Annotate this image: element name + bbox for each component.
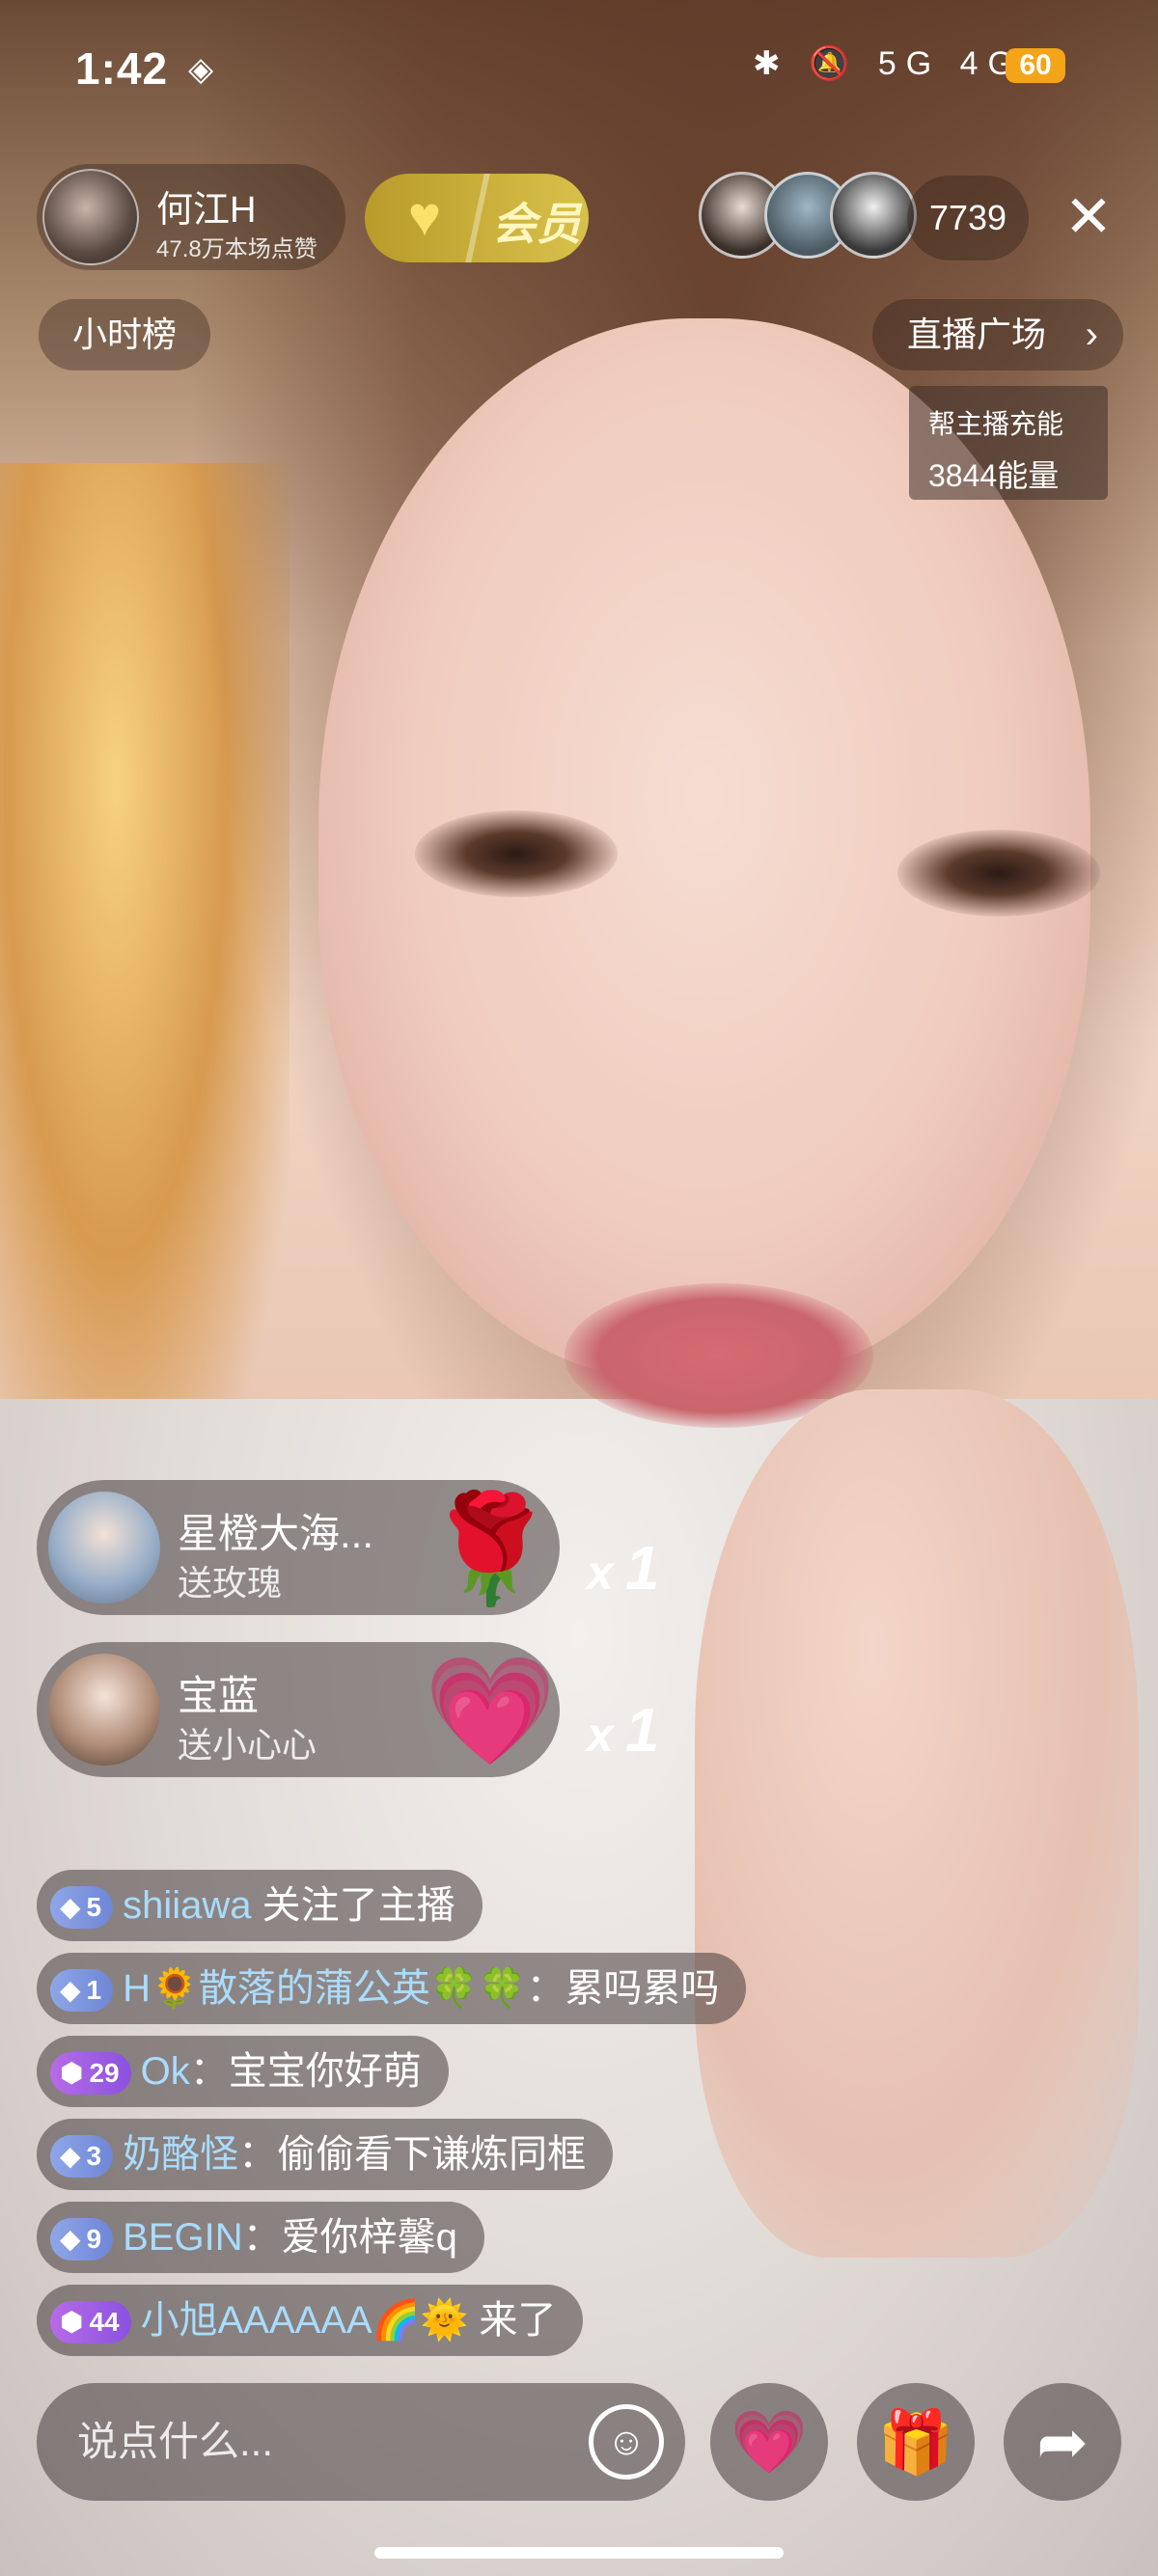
level-badge: ◆ 3 [50,2135,114,2179]
chat-message[interactable]: ◆ 1 H🌻散落的蒲公英🍀🍀：累吗累吗 [37,1953,747,2024]
share-button[interactable]: ➦ [1004,2383,1121,2501]
status-time: 1:42 [75,43,169,94]
rose-icon: 🌹 [424,1490,557,1608]
diamond-icon: ◆ [60,1892,81,1923]
diamond-icon: ◆ [60,2141,81,2172]
gift-box-icon: 🎁 [877,2407,954,2477]
close-icon[interactable]: ✕ [1060,183,1117,251]
gift-banner: 宝蓝 送小心心 💗 [37,1642,560,1777]
layers-icon: ◈ [188,51,214,88]
comment-input[interactable]: 说点什么... ☺ [37,2383,685,2501]
chat-username[interactable]: H🌻散落的蒲公英🍀🍀 [123,1967,526,2010]
vip-label: 会员 [492,199,581,249]
status-bar: 1:42 ◈ ✱ 🔕 5G 4G 60 [0,0,1158,135]
chat-username[interactable]: shiiawa [123,1884,251,1927]
top-viewers[interactable] [699,172,917,264]
gift-sender-name: 宝蓝 [178,1673,260,1718]
heart-gift-icon: 💗 [731,2407,808,2477]
chat-text: 累吗累吗 [565,1967,720,2010]
chat-username[interactable]: Ok [141,2050,190,2093]
anchor-name: 何江H [156,190,257,231]
gift-action: 送小心心 [178,1725,317,1765]
energy-title: 帮主播充能 [928,409,1064,439]
energy-box[interactable]: 帮主播充能 3844能量 [909,386,1108,500]
chat-text: 偷偷看下谦炼同框 [277,2133,587,2176]
diamond-icon: ◆ [60,2224,81,2255]
chat-username[interactable]: 奶酪怪 [123,2133,238,2176]
chat-text: 来了 [479,2299,557,2342]
gift-count: x1 [587,1533,660,1603]
level-badge: ◆ 1 [50,1969,114,2013]
gift-banner: 星橙大海... 送玫瑰 🌹 [37,1480,560,1615]
chevron-right-icon: › [1085,314,1098,356]
heart-plus-icon: ♥ [407,185,442,248]
chat-username[interactable]: BEGIN [123,2216,242,2259]
gift-count: x1 [587,1695,660,1765]
level-badge: ◆ 5 [50,1886,114,1930]
level-badge: ⬢ 29 [50,2052,131,2096]
chat-message[interactable]: ⬢ 44 小旭AAAAAA🌈🌞 来了 [37,2285,584,2356]
chat-text: 宝宝你好萌 [228,2050,422,2093]
gem-icon: ⬢ [60,2058,84,2089]
live-plaza-label: 直播广场 [907,315,1047,354]
comment-placeholder: 说点什么... [77,2419,274,2464]
battery-icon: 60 [1006,48,1065,83]
smile-icon[interactable]: ☺ [589,2404,664,2480]
diamond-icon: ◆ [60,1975,81,2006]
chat-message[interactable]: ◆ 3 奶酪怪：偷偷看下谦炼同框 [37,2119,614,2190]
anchor-avatar[interactable] [42,169,139,265]
chat-message[interactable]: ◆ 9 BEGIN：爱你梓馨q [37,2202,484,2273]
gift-sender-name: 星橙大海... [178,1511,374,1556]
live-plaza-button[interactable]: 直播广场 › [872,299,1123,370]
level-badge: ◆ 9 [50,2218,114,2261]
energy-value: 3844能量 [928,458,1060,493]
gem-icon: ⬢ [60,2307,84,2338]
chat-message[interactable]: ⬢ 29 Ok：宝宝你好萌 [37,2036,449,2107]
chat-text: 关注了主播 [262,1884,455,1927]
signal-icons: ✱ 🔕 5G 4G [753,45,1023,82]
heart-gift-button[interactable]: 💗 [710,2383,828,2501]
level-badge: ⬢ 44 [50,2301,131,2344]
chat-message[interactable]: ◆ 5 shiiawa 关注了主播 [37,1870,482,1941]
home-indicator[interactable] [374,2547,784,2559]
gift-sender-avatar[interactable] [48,1492,160,1603]
audience-count[interactable]: 7739 [907,176,1029,260]
viewer-avatar[interactable] [830,172,917,259]
anchor-likes: 47.8万本场点赞 [156,236,317,262]
share-arrow-icon: ➦ [1036,2407,1089,2477]
gift-button[interactable]: 🎁 [857,2383,975,2501]
gift-action: 送玫瑰 [178,1563,283,1603]
gift-sender-avatar[interactable] [48,1654,160,1766]
chat-text: 爱你梓馨q [281,2216,457,2259]
heart-icon: 💗 [424,1652,557,1770]
chat-username[interactable]: 小旭AAAAAA🌈🌞 [141,2299,469,2342]
hourly-rank-button[interactable]: 小时榜 [39,299,210,370]
